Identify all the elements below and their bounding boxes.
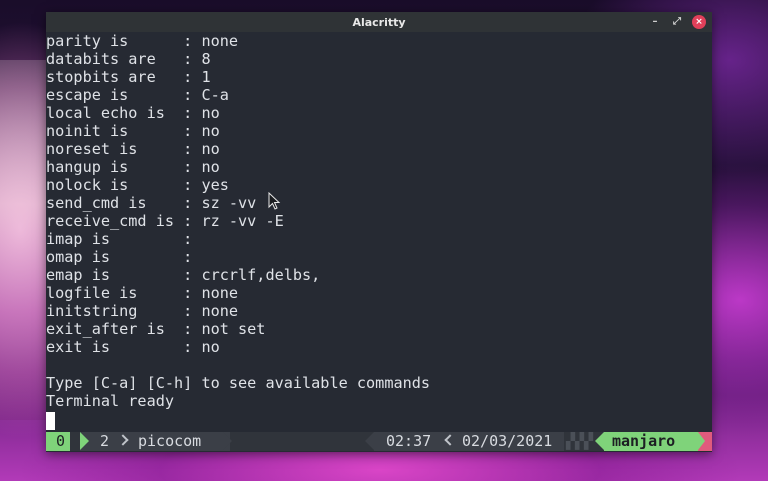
separator-dots: ▞▞▞ [566,432,594,450]
terminal-line: parity is : none [46,32,239,50]
minimize-icon[interactable]: – [648,15,662,29]
terminal-line: nolock is : yes [46,176,229,194]
mouse-pointer-icon [268,192,281,210]
window-titlebar[interactable]: Alacritty – ⤢ × [46,12,712,32]
terminal-output[interactable]: parity is : none databits are : 8 stopbi… [46,32,712,432]
terminal-line: logfile is : none [46,284,239,302]
terminal-line: databits are : 8 [46,50,211,68]
terminal-line: noreset is : no [46,140,220,158]
terminal-line: Terminal ready [46,392,175,410]
maximize-icon[interactable]: ⤢ [670,15,684,29]
session-number[interactable]: 2 [100,432,109,451]
window-index[interactable]: 0 [46,432,70,451]
text-cursor [46,412,55,430]
separator-arrow-icon [80,432,89,450]
terminal-line: receive_cmd is : rz -vv -E [46,212,284,230]
terminal-line: omap is : [46,248,193,266]
tmux-statusbar: 0 2 picocom 02:37 02/03/2021 ▞▞▞ manjaro [46,432,712,451]
terminal-line: emap is : crcrlf,delbs, [46,266,321,284]
terminal-line: initstring : none [46,302,239,320]
clock-date: 02/03/2021 [462,432,553,450]
session-name[interactable]: picocom [138,432,201,451]
separator-arrow-icon [223,432,232,450]
terminal-line: exit_after is : not set [46,320,266,338]
hostname: manjaro [604,432,704,451]
desktop-wallpaper [0,60,48,420]
terminal-line: local echo is : no [46,104,220,122]
separator-arrow-icon [595,432,604,450]
terminal-line: exit is : no [46,338,220,356]
terminal-line: noinit is : no [46,122,220,140]
terminal-line: hangup is : no [46,158,220,176]
separator-arrow-icon [698,432,705,450]
terminal-window: Alacritty – ⤢ × parity is : none databit… [46,12,712,452]
separator-arrow-icon [365,432,374,450]
clock-time: 02:37 [386,432,432,450]
close-icon[interactable]: × [692,15,706,29]
window-title: Alacritty [352,15,406,29]
terminal-line: imap is : [46,230,193,248]
terminal-line: Type [C-a] [C-h] to see available comman… [46,374,431,392]
terminal-line: stopbits are : 1 [46,68,211,86]
terminal-line: send_cmd is : sz -vv [46,194,257,212]
window-controls: – ⤢ × [648,15,706,29]
terminal-line: escape is : C-a [46,86,229,104]
